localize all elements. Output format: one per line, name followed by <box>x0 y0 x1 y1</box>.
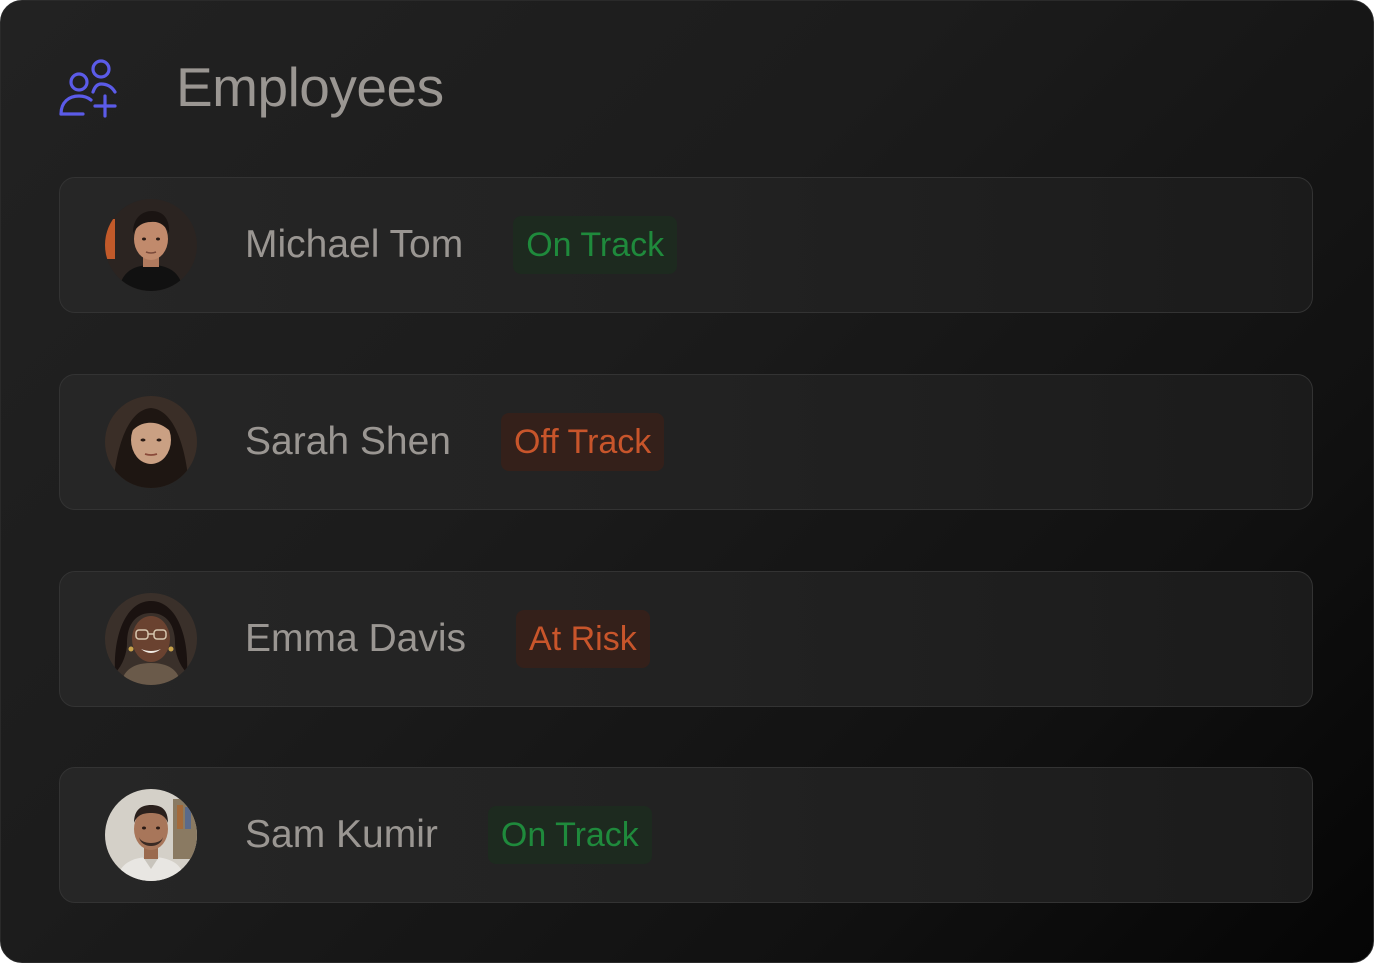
employee-name: Michael Tom <box>245 223 464 266</box>
employee-name: Sarah Shen <box>245 420 451 463</box>
employee-row[interactable]: Sarah Shen Off Track <box>59 374 1313 510</box>
panel-header: Employees <box>57 55 444 119</box>
employee-row[interactable]: Emma Davis At Risk <box>59 571 1313 707</box>
status-badge: On Track <box>487 806 652 864</box>
avatar <box>105 593 197 685</box>
status-badge: At Risk <box>516 610 650 668</box>
avatar <box>105 199 197 291</box>
employee-row[interactable]: Michael Tom On Track <box>59 177 1313 313</box>
employee-name: Sam Kumir <box>245 813 438 856</box>
users-add-icon[interactable] <box>57 56 119 118</box>
employee-row[interactable]: Sam Kumir On Track <box>59 767 1313 903</box>
avatar <box>105 789 197 881</box>
employees-panel: Employees Michael Tom On Track Sarah She… <box>0 0 1374 963</box>
status-badge: Off Track <box>501 413 665 471</box>
status-badge: On Track <box>513 216 678 274</box>
page-title: Employees <box>176 55 444 118</box>
employee-name: Emma Davis <box>245 617 467 660</box>
avatar <box>105 396 197 488</box>
